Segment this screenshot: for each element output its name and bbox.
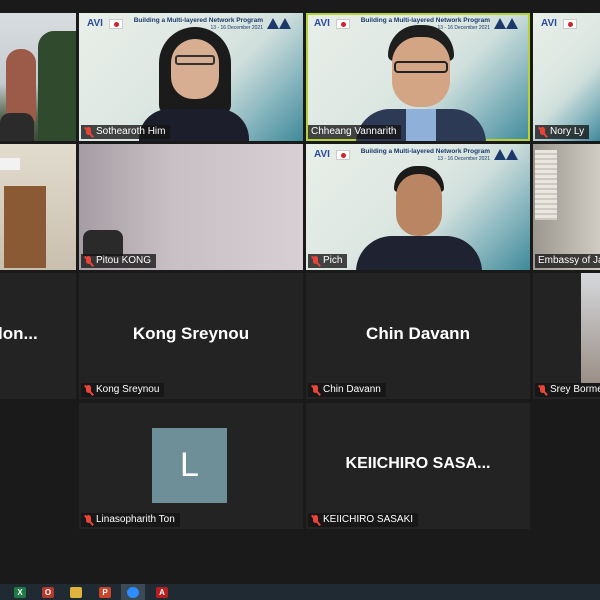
mic-muted-icon	[84, 514, 93, 526]
mic-muted-icon	[311, 514, 320, 526]
avi-logo: AVI	[314, 149, 330, 160]
participant-name-label: Linasopharith Ton	[81, 513, 180, 527]
participant-name-label: Pitou KONG	[81, 254, 157, 268]
japan-flag-icon	[336, 19, 350, 29]
program-date: 13 - 16 December 2021	[437, 156, 490, 162]
mountain-icon	[494, 148, 520, 160]
air-conditioner	[0, 158, 20, 170]
chair-shape	[83, 230, 123, 256]
video-tile[interactable]: AVI Building a Multi-layered Network Pro…	[79, 13, 303, 141]
program-title: Building a Multi-layered Network Program	[360, 148, 490, 155]
video-tile[interactable]: Chin Davann Chin Davann	[306, 273, 530, 399]
participant-display-name: KEIICHIRO SASA...	[345, 455, 491, 473]
excel-icon[interactable]: X	[14, 587, 26, 598]
powerpoint-icon[interactable]: P	[99, 587, 111, 598]
acrobat-icon[interactable]: A	[156, 587, 168, 598]
video-tile[interactable]: AVI Nory Ly	[533, 13, 600, 141]
avi-logo: AVI	[87, 18, 103, 29]
video-tile[interactable]: AVI Building a Multi-layered Network Pro…	[306, 144, 530, 270]
participant-name-label: Chheang Vannarith	[308, 125, 402, 139]
mountain-icon	[494, 17, 520, 29]
city-view	[581, 273, 600, 383]
avi-logo: AVI	[541, 18, 557, 29]
mic-muted-icon	[311, 384, 320, 396]
video-tile[interactable]	[0, 13, 76, 141]
zoom-icon[interactable]	[127, 587, 139, 598]
video-tile[interactable]: KEIICHIRO SASA... KEIICHIRO SASAKI	[306, 403, 530, 529]
participant-name-label: Nory Ly	[535, 125, 590, 139]
window-blinds	[535, 150, 557, 220]
video-tile[interactable]: Kong Sreynou Kong Sreynou	[79, 273, 303, 399]
participant-name-label: Sothearoth Him	[81, 125, 171, 139]
video-tile[interactable]: Srey Borme	[533, 273, 600, 399]
video-tile[interactable]: L Linasopharith Ton	[79, 403, 303, 529]
japan-flag-icon	[109, 19, 123, 29]
tree-shape	[38, 31, 76, 141]
program-date: 13 - 16 December 2021	[437, 25, 490, 31]
program-date: 13 - 16 December 2021	[210, 25, 263, 31]
program-title: Building a Multi-layered Network Program	[133, 17, 263, 24]
person-silhouette	[0, 113, 34, 141]
avatar: L	[152, 428, 227, 503]
program-title: Building a Multi-layered Network Program	[360, 17, 490, 24]
active-speaker-tile[interactable]: AVI Building a Multi-layered Network Pro…	[306, 13, 530, 141]
file-explorer-icon[interactable]	[70, 587, 82, 598]
japan-flag-icon	[563, 19, 577, 29]
mic-muted-icon	[538, 384, 547, 396]
windows-taskbar: X O P A	[0, 584, 600, 600]
participant-display-name: Kong Sreynou	[132, 324, 250, 343]
participant-name-label: Embassy of Jap	[535, 254, 600, 268]
video-tile[interactable]: Pitou KONG	[79, 144, 303, 270]
video-tile[interactable]: Embassy of Jap	[533, 144, 600, 270]
participant-display-name: lon...	[0, 324, 38, 343]
mountain-icon	[267, 17, 293, 29]
tower-shape	[6, 49, 36, 121]
mic-muted-icon	[84, 384, 93, 396]
participant-name-label: Srey Borme	[535, 383, 600, 397]
bookshelf	[4, 186, 46, 268]
participant-display-name: Chin Davann	[366, 324, 470, 343]
participant-name-label: Pich	[308, 254, 348, 268]
outlook-icon[interactable]: O	[42, 587, 54, 598]
mic-muted-icon	[84, 255, 93, 267]
video-tile[interactable]	[0, 144, 76, 270]
video-tile[interactable]: lon...	[0, 273, 76, 399]
avi-logo: AVI	[314, 18, 330, 29]
mic-muted-icon	[538, 126, 547, 138]
mic-muted-icon	[84, 126, 93, 138]
japan-flag-icon	[336, 150, 350, 160]
participant-name-label: Kong Sreynou	[81, 383, 165, 397]
mic-muted-icon	[311, 255, 320, 267]
participant-name-label: KEIICHIRO SASAKI	[308, 513, 419, 527]
program-banner: AVI	[533, 13, 600, 43]
participant-name-label: Chin Davann	[308, 383, 386, 397]
